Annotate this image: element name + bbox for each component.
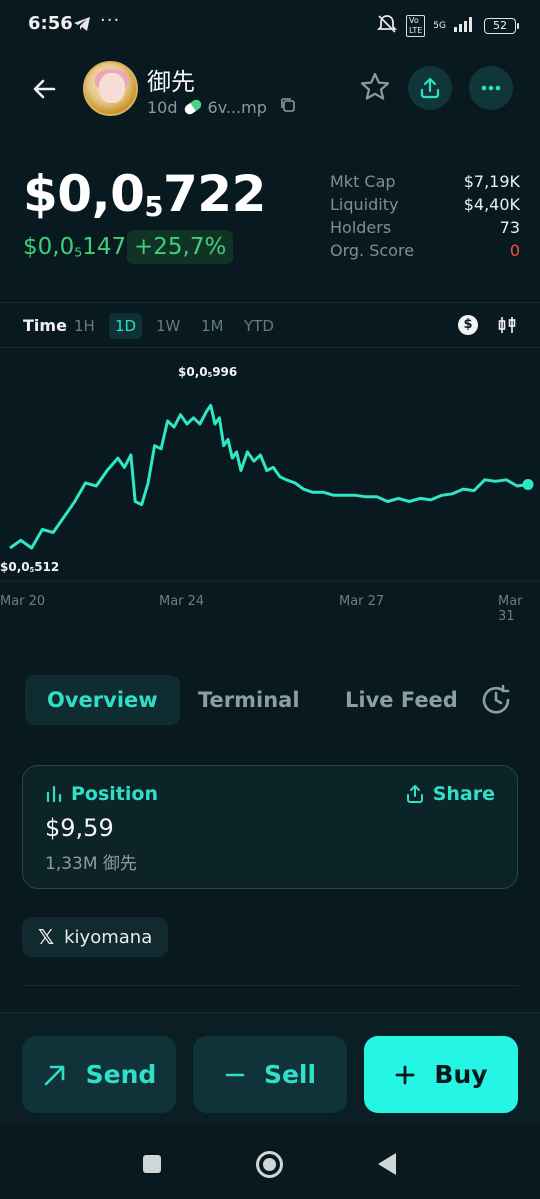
minus-icon	[225, 1073, 245, 1076]
send-label: Send	[85, 1060, 157, 1089]
system-nav-bar	[0, 1130, 540, 1199]
history-icon[interactable]	[479, 683, 513, 721]
position-share-button[interactable]: Share	[405, 783, 495, 805]
sell-label: Sell	[263, 1060, 317, 1089]
position-amount: 1,33M 御先	[45, 854, 137, 874]
buy-button[interactable]: Buy	[364, 1036, 518, 1113]
stat-row-liquidity: Liquidity $4,40K	[330, 195, 520, 218]
candlestick-icon[interactable]	[497, 315, 517, 339]
token-header: 御先 10d 6v...mp	[0, 58, 540, 120]
back-triangle-icon[interactable]	[378, 1153, 396, 1175]
share-button[interactable]	[408, 66, 452, 110]
tab-overview[interactable]: Overview	[25, 675, 180, 725]
chart-x-label: Mar 20	[0, 594, 46, 609]
arrow-up-right-icon	[44, 1065, 64, 1085]
content-tabs: Overview Terminal Live Feed	[0, 675, 540, 727]
stat-label: Org. Score	[330, 241, 415, 260]
recent-apps-icon[interactable]	[143, 1155, 161, 1173]
mute-icon	[376, 14, 398, 38]
position-title: Position	[45, 783, 158, 805]
price-change-percent: +25,7%	[127, 230, 234, 264]
bar-chart-icon	[46, 785, 62, 803]
timeframe-1d[interactable]: 1D	[109, 313, 143, 339]
buy-label: Buy	[434, 1060, 488, 1089]
current-price: $0,05722	[23, 165, 266, 223]
stat-row-mkt-cap: Mkt Cap $7,19K	[330, 172, 520, 195]
more-notifications-icon: ···	[100, 10, 121, 31]
chart-low-label: $0,05512	[0, 560, 60, 575]
token-logo	[83, 61, 138, 116]
home-icon[interactable]	[256, 1151, 283, 1178]
position-card: Position Share $9,59 1,33M 御先	[22, 765, 518, 889]
upload-icon	[420, 77, 440, 99]
token-age: 10d	[147, 97, 178, 117]
more-dots-icon	[481, 85, 501, 91]
stat-row-org-score: Org. Score 0	[330, 241, 520, 264]
sell-button[interactable]: Sell	[193, 1036, 347, 1113]
stat-label: Mkt Cap	[330, 172, 396, 191]
token-name: 御先	[147, 68, 195, 96]
volte-icon: Vo LTE	[406, 15, 426, 37]
tab-terminal[interactable]: Terminal	[176, 675, 322, 725]
back-button[interactable]	[28, 72, 62, 106]
token-meta: 10d 6v...mp	[147, 96, 297, 118]
chart-current-point	[522, 478, 534, 490]
timeframe-label: Time	[23, 316, 67, 335]
status-icons: Vo LTE 5G 52	[376, 14, 519, 38]
stat-row-holders: Holders 73	[330, 218, 520, 241]
timeframe-1w[interactable]: 1W	[150, 313, 186, 339]
status-bar: 6:56 ··· Vo LTE 5G 52	[0, 0, 540, 50]
upload-icon	[406, 785, 423, 803]
stat-value: $7,19K	[463, 172, 520, 191]
price-change-amount: $0,05147	[23, 234, 127, 260]
copy-icon[interactable]	[279, 96, 297, 118]
arrow-left-icon	[33, 79, 56, 99]
twitter-handle: kiyomana	[64, 926, 153, 948]
tab-live-feed[interactable]: Live Feed	[323, 675, 480, 725]
status-time: 6:56	[28, 13, 73, 34]
signal-icon	[454, 16, 476, 36]
twitter-link[interactable]: 𝕏 kiyomana	[22, 917, 169, 957]
telegram-icon	[73, 16, 91, 36]
network-type: 5G	[433, 20, 446, 31]
token-address: 6v...mp	[207, 97, 267, 117]
chart-x-label: Mar 27	[339, 594, 385, 609]
chart-high-label: $0,05996	[178, 365, 238, 380]
x-logo-icon: 𝕏	[38, 925, 55, 949]
chart-x-label: Mar 24	[159, 594, 205, 609]
send-button[interactable]: Send	[22, 1036, 176, 1113]
more-options-button[interactable]	[469, 66, 513, 110]
watchlist-star-button[interactable]	[356, 68, 394, 106]
position-value: $9,59	[45, 814, 114, 842]
pill-icon	[182, 97, 203, 117]
timeframe-bar: Time 1H 1D 1W 1M YTD $	[0, 304, 540, 348]
share-label: Share	[432, 783, 495, 805]
plus-icon	[396, 1065, 415, 1084]
divider	[0, 302, 540, 303]
timeframe-1m[interactable]: 1M	[195, 313, 230, 339]
stat-value: $4,40K	[463, 195, 520, 214]
action-bar: Send Sell Buy	[0, 1012, 540, 1122]
currency-toggle-icon[interactable]: $	[458, 315, 478, 335]
battery-icon: 52	[484, 18, 519, 34]
chart-series-line	[9, 403, 529, 550]
star-icon	[360, 72, 390, 100]
stat-label: Holders	[330, 218, 392, 237]
position-title-text: Position	[71, 783, 158, 805]
token-stats: Mkt Cap $7,19K Liquidity $4,40K Holders …	[330, 172, 520, 264]
stat-value: 0	[509, 241, 520, 260]
price-chart[interactable]	[0, 348, 540, 618]
stat-value: 73	[499, 218, 520, 237]
timeframe-1h[interactable]: 1H	[68, 313, 101, 339]
timeframe-ytd[interactable]: YTD	[238, 313, 280, 339]
chart-x-label: Mar 31	[498, 594, 523, 624]
divider	[22, 985, 518, 986]
stat-label: Liquidity	[330, 195, 399, 214]
